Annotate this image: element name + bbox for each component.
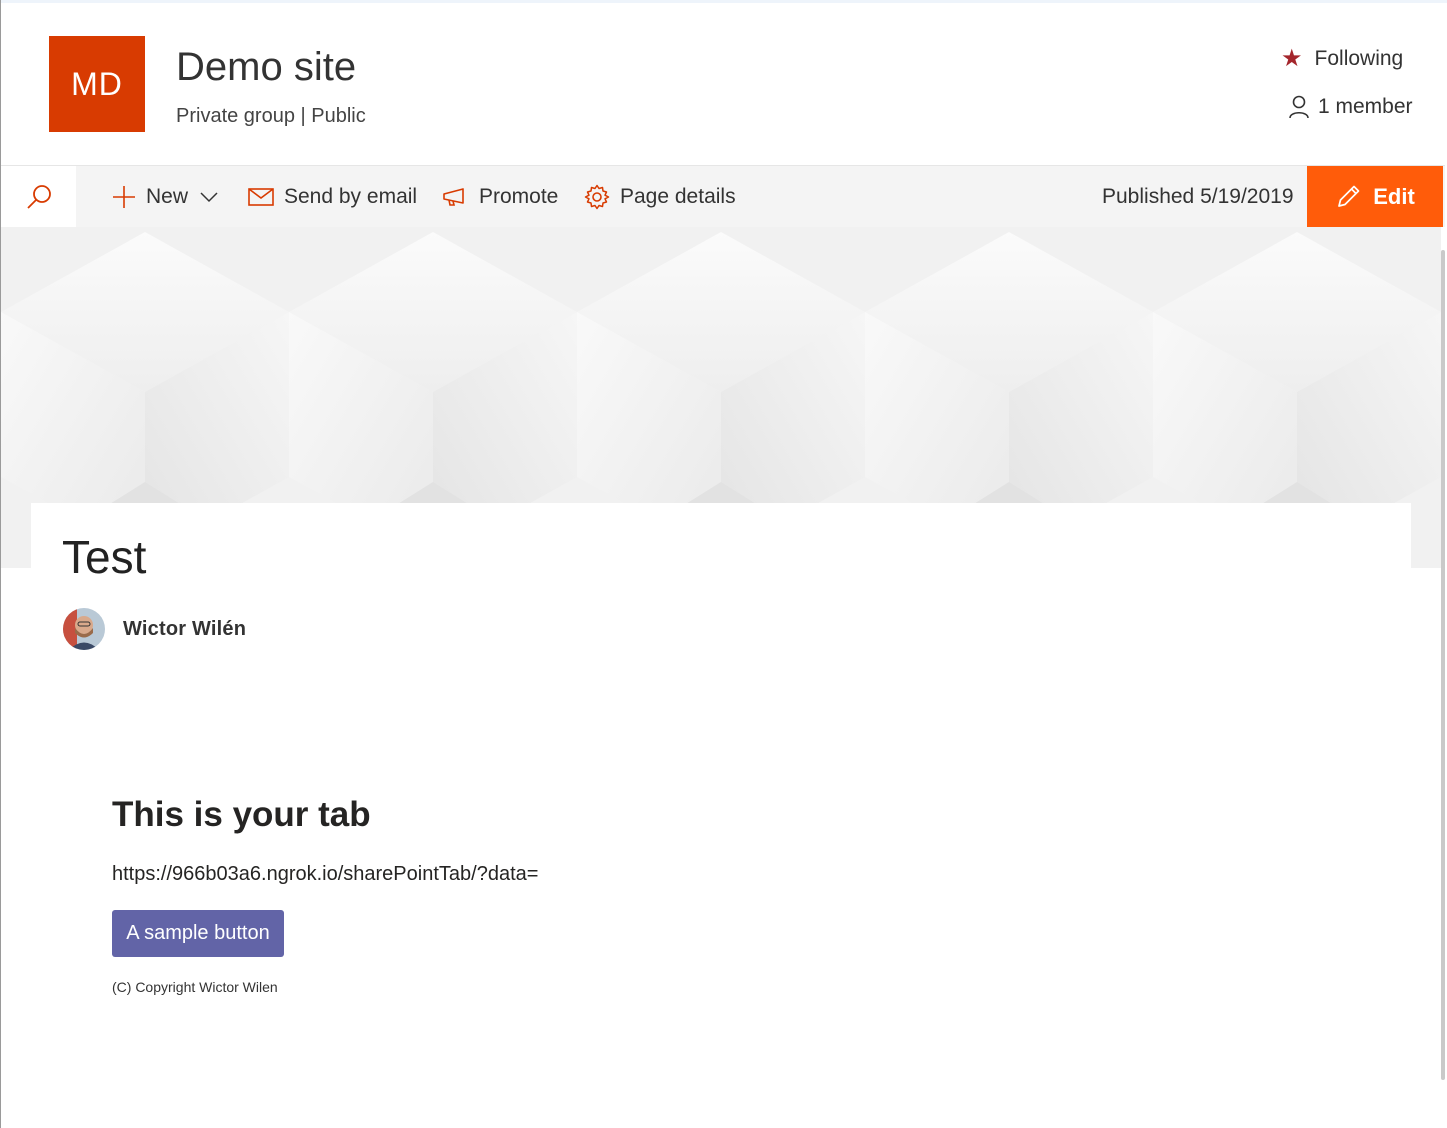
send-by-email-label: Send by email: [284, 184, 418, 208]
members-button[interactable]: 1 member: [1288, 95, 1413, 119]
author-name[interactable]: Wictor Wilén: [123, 618, 246, 641]
promote-label: Promote: [479, 184, 559, 208]
title-card: [31, 503, 1411, 569]
edit-label: Edit: [1373, 183, 1415, 209]
site-logo[interactable]: MD: [49, 36, 145, 132]
promote-button[interactable]: Promote: [441, 166, 558, 227]
star-icon: ★: [1281, 45, 1303, 72]
page-details-button[interactable]: Page details: [584, 166, 736, 227]
tab-heading: This is your tab: [112, 795, 371, 834]
new-button[interactable]: New: [112, 166, 218, 227]
mail-icon: [248, 187, 274, 206]
author-byline[interactable]: Wictor Wilén: [63, 608, 246, 650]
site-title[interactable]: Demo site: [176, 45, 356, 90]
tab-url: https://966b03a6.ngrok.io/sharePointTab/…: [112, 863, 539, 885]
sample-button[interactable]: A sample button: [112, 910, 284, 957]
site-header: MD Demo site Private group | Public ★ Fo…: [1, 3, 1447, 165]
copyright-text: (C) Copyright Wictor Wilen: [112, 979, 278, 995]
site-subtitle: Private group | Public: [176, 105, 366, 127]
search-button[interactable]: [1, 166, 76, 227]
scrollbar[interactable]: [1441, 250, 1445, 1080]
avatar[interactable]: [63, 608, 105, 650]
follow-label: Following: [1314, 47, 1404, 70]
plus-icon: [113, 185, 135, 208]
gear-icon: [584, 184, 610, 209]
chevron-down-icon: [200, 191, 218, 202]
person-icon: [1289, 95, 1309, 119]
page-title: Test: [62, 531, 147, 583]
members-label: 1 member: [1318, 95, 1413, 118]
page-details-label: Page details: [620, 184, 736, 208]
command-bar: New Send by email Promote Page details P…: [1, 165, 1445, 227]
search-icon: [26, 184, 51, 209]
published-status[interactable]: Published 5/19/2019: [1102, 166, 1294, 227]
send-by-email-button[interactable]: Send by email: [248, 166, 417, 227]
follow-button[interactable]: ★ Following: [1281, 47, 1403, 71]
megaphone-icon: [443, 187, 464, 206]
edit-button[interactable]: Edit: [1307, 166, 1443, 227]
pencil-icon: [1338, 185, 1360, 207]
new-label: New: [146, 184, 189, 208]
